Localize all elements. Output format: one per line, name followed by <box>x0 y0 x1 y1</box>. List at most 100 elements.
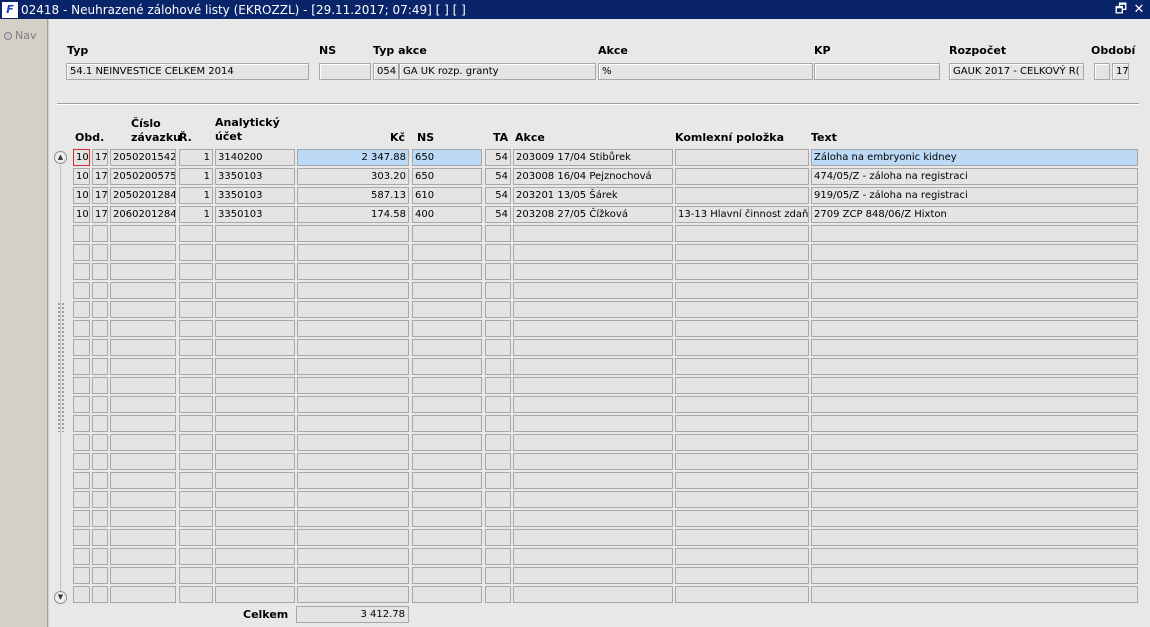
cell-cislo[interactable] <box>110 339 176 356</box>
cell-akce[interactable] <box>513 282 673 299</box>
cell-r[interactable]: 1 <box>179 187 213 204</box>
cell-cislo[interactable] <box>110 282 176 299</box>
cell-ns[interactable]: 650 <box>412 149 482 166</box>
cell-akce[interactable] <box>513 491 673 508</box>
cell-cislo[interactable] <box>110 548 176 565</box>
cell-rok[interactable] <box>92 358 108 375</box>
cell-cislo[interactable] <box>110 586 176 603</box>
table-row[interactable] <box>49 263 1150 281</box>
cell-rok[interactable] <box>92 472 108 489</box>
cell-text[interactable] <box>811 358 1138 375</box>
cell-ucet[interactable] <box>215 453 295 470</box>
close-window-button[interactable]: ✕ <box>1132 2 1146 18</box>
cell-cislo[interactable] <box>110 225 176 242</box>
cell-ta[interactable]: 54 <box>485 168 511 185</box>
cell-cislo[interactable] <box>110 396 176 413</box>
cell-akce[interactable] <box>513 548 673 565</box>
cell-cislo[interactable]: 2050201284 <box>110 187 176 204</box>
cell-ns[interactable] <box>412 472 482 489</box>
table-row[interactable]: 10 17 2050200575 1 3350103 303.20 650 54 203008 … <box>49 168 1150 186</box>
table-row[interactable] <box>49 567 1150 585</box>
cell-r[interactable] <box>179 396 213 413</box>
cell-ta[interactable]: 54 <box>485 206 511 223</box>
table-row[interactable] <box>49 472 1150 490</box>
cell-akce[interactable] <box>513 472 673 489</box>
cell-rok[interactable]: 17 <box>92 206 108 223</box>
cell-rok[interactable] <box>92 339 108 356</box>
typ-akce-field[interactable]: GA UK rozp. granty <box>399 63 596 80</box>
cell-text[interactable] <box>811 244 1138 261</box>
cell-text[interactable] <box>811 586 1138 603</box>
cell-text[interactable] <box>811 282 1138 299</box>
cell-ns[interactable] <box>412 244 482 261</box>
cell-obd[interactable] <box>73 472 90 489</box>
cell-kc[interactable] <box>297 396 409 413</box>
cell-ns[interactable] <box>412 567 482 584</box>
cell-cislo[interactable] <box>110 358 176 375</box>
cell-ucet[interactable] <box>215 510 295 527</box>
cell-cislo[interactable] <box>110 453 176 470</box>
cell-ucet[interactable] <box>215 320 295 337</box>
cell-komplexni[interactable] <box>675 168 809 185</box>
cell-obd[interactable] <box>73 529 90 546</box>
cell-kc[interactable]: 174.58 <box>297 206 409 223</box>
table-row[interactable] <box>49 358 1150 376</box>
cell-komplexni[interactable] <box>675 548 809 565</box>
cell-ucet[interactable] <box>215 434 295 451</box>
table-row[interactable] <box>49 244 1150 262</box>
cell-akce[interactable]: 203008 16/04 Pejznochová <box>513 168 673 185</box>
table-row[interactable] <box>49 491 1150 509</box>
cell-text[interactable] <box>811 472 1138 489</box>
cell-text[interactable] <box>811 491 1138 508</box>
cell-kc[interactable] <box>297 491 409 508</box>
table-row[interactable] <box>49 548 1150 566</box>
cell-akce[interactable] <box>513 339 673 356</box>
cell-rok[interactable] <box>92 301 108 318</box>
cell-ns[interactable] <box>412 415 482 432</box>
cell-ta[interactable] <box>485 453 511 470</box>
cell-text[interactable] <box>811 529 1138 546</box>
table-row[interactable] <box>49 282 1150 300</box>
cell-komplexni[interactable] <box>675 586 809 603</box>
cell-komplexni[interactable] <box>675 187 809 204</box>
cell-ns[interactable]: 610 <box>412 187 482 204</box>
table-row[interactable] <box>49 225 1150 243</box>
cell-komplexni[interactable] <box>675 282 809 299</box>
cell-ucet[interactable] <box>215 377 295 394</box>
cell-text[interactable] <box>811 396 1138 413</box>
cell-ns[interactable] <box>412 339 482 356</box>
cell-text[interactable]: 474/05/Z - záloha na registraci <box>811 168 1138 185</box>
cell-obd[interactable] <box>73 567 90 584</box>
cell-akce[interactable]: 203208 27/05 Čížková <box>513 206 673 223</box>
cell-ns[interactable] <box>412 491 482 508</box>
table-row[interactable]: 10 17 2050201284 1 3350103 587.13 610 54 203201 … <box>49 187 1150 205</box>
cell-komplexni[interactable] <box>675 510 809 527</box>
cell-ns[interactable] <box>412 453 482 470</box>
cell-rok[interactable]: 17 <box>92 187 108 204</box>
cell-r[interactable]: 1 <box>179 149 213 166</box>
cell-ta[interactable] <box>485 567 511 584</box>
cell-text[interactable] <box>811 263 1138 280</box>
cell-r[interactable] <box>179 358 213 375</box>
cell-r[interactable] <box>179 529 213 546</box>
cell-cislo[interactable] <box>110 434 176 451</box>
cell-kc[interactable]: 587.13 <box>297 187 409 204</box>
cell-ucet[interactable]: 3140200 <box>215 149 295 166</box>
cell-ucet[interactable] <box>215 358 295 375</box>
cell-r[interactable] <box>179 339 213 356</box>
cell-ns[interactable] <box>412 510 482 527</box>
cell-r[interactable] <box>179 434 213 451</box>
cell-rok[interactable] <box>92 263 108 280</box>
cell-ta[interactable] <box>485 339 511 356</box>
cell-cislo[interactable] <box>110 263 176 280</box>
cell-obd[interactable] <box>73 377 90 394</box>
cell-ucet[interactable] <box>215 548 295 565</box>
cell-ucet[interactable] <box>215 415 295 432</box>
cell-text[interactable] <box>811 301 1138 318</box>
cell-r[interactable] <box>179 301 213 318</box>
cell-akce[interactable] <box>513 510 673 527</box>
cell-akce[interactable] <box>513 320 673 337</box>
cell-kc[interactable] <box>297 434 409 451</box>
cell-ucet[interactable] <box>215 263 295 280</box>
cell-ns[interactable] <box>412 358 482 375</box>
